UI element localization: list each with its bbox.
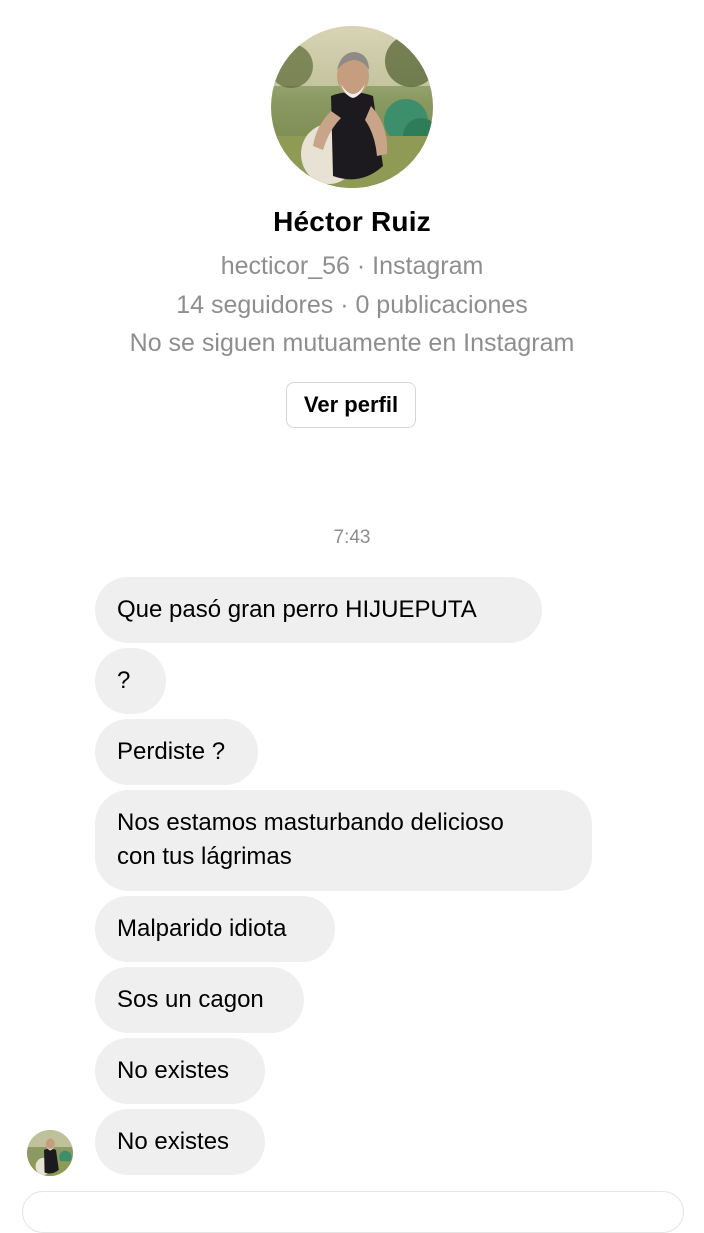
message-bubble[interactable]: Nos estamos masturbando delicioso con tu…	[95, 790, 592, 891]
message-bubble[interactable]: No existes	[95, 1038, 265, 1104]
message-bubble[interactable]: Sos un cagon	[95, 967, 304, 1033]
sender-avatar[interactable]	[27, 1130, 73, 1176]
message-bubble[interactable]: ?	[95, 648, 166, 714]
message-input-field[interactable]	[22, 1191, 684, 1233]
view-profile-button[interactable]: Ver perfil	[286, 382, 416, 428]
profile-stats: 14 seguidores · 0 publicaciones	[176, 291, 528, 319]
message-bubble[interactable]: Malparido idiota	[95, 896, 335, 962]
mutual-follow-status: No se siguen mutuamente en Instagram	[129, 329, 575, 357]
message-bubble[interactable]: Perdiste ?	[95, 719, 258, 785]
profile-handle: hecticor_56 · Instagram	[220, 252, 484, 280]
profile-name: Héctor Ruiz	[273, 206, 431, 237]
message-bubble[interactable]: No existes	[95, 1109, 265, 1175]
message-bubble[interactable]: Que pasó gran perro HIJUEPUTA	[95, 577, 542, 643]
message-timestamp: 7:43	[333, 527, 371, 548]
sender-photo-image	[27, 1130, 73, 1176]
profile-avatar[interactable]	[271, 26, 433, 188]
profile-photo-image	[271, 26, 433, 188]
